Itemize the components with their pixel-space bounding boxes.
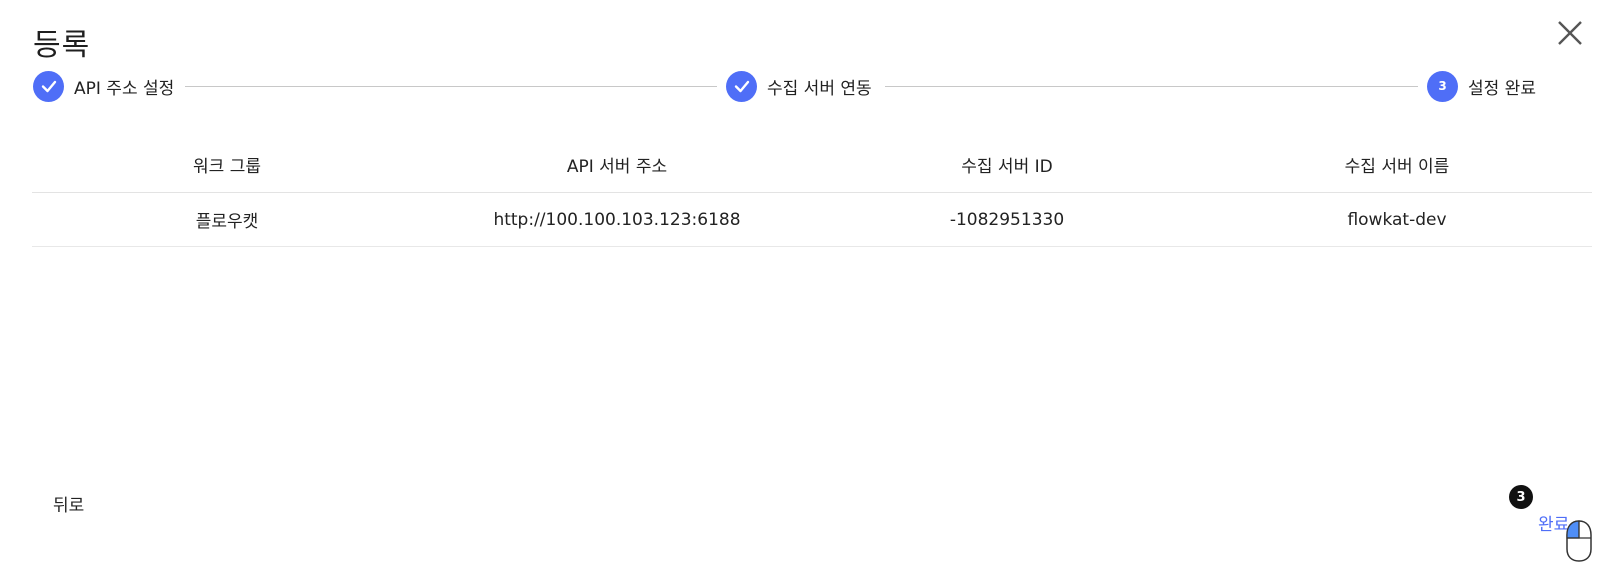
cell-work-group: 플로우캣 xyxy=(195,212,259,232)
column-header-work-group: 워크 그룹 xyxy=(193,157,261,177)
cell-collector-name: flowkat-dev xyxy=(1347,209,1447,230)
step-label: 설정 완료 xyxy=(1468,78,1536,99)
step-api-address: API 주소 설정 xyxy=(33,70,174,102)
step-current-circle: 3 xyxy=(1427,70,1458,102)
step-label: 수집 서버 연동 xyxy=(767,78,872,99)
stepper: API 주소 설정 수집 서버 연동 3 설정 완료 xyxy=(33,70,1593,110)
step-setup-complete: 3 설정 완료 xyxy=(1427,70,1536,102)
close-button[interactable] xyxy=(1555,18,1585,48)
step-connector xyxy=(185,86,717,87)
table-header: 워크 그룹 API 서버 주소 수집 서버 ID 수집 서버 이름 xyxy=(32,137,1592,193)
close-icon xyxy=(1558,21,1582,45)
step-number: 3 xyxy=(1438,79,1447,93)
dialog-title: 등록 xyxy=(33,28,91,63)
step-collector-link: 수집 서버 연동 xyxy=(726,70,872,102)
column-header-collector-id: 수집 서버 ID xyxy=(961,157,1053,177)
check-icon xyxy=(41,80,56,93)
step-done-circle xyxy=(726,70,757,102)
back-button[interactable]: 뒤로 xyxy=(53,491,84,516)
table-row: 플로우캣 http://100.100.103.123:6188 -108295… xyxy=(32,193,1592,247)
column-header-api-address: API 서버 주소 xyxy=(566,157,668,177)
column-header-collector-name: 수집 서버 이름 xyxy=(1344,157,1450,177)
mouse-left-click-icon xyxy=(1566,520,1592,562)
step-label: API 주소 설정 xyxy=(74,78,175,99)
check-icon xyxy=(734,80,749,93)
registration-dialog: 등록 API 주소 설정 수집 서버 연동 3 설정 완료 워크 그룹 API … xyxy=(0,0,1621,566)
cell-api-address: http://100.100.103.123:6188 xyxy=(493,209,741,230)
cell-collector-id: -1082951330 xyxy=(949,209,1065,230)
summary-table: 워크 그룹 API 서버 주소 수집 서버 ID 수집 서버 이름 플로우캣 h… xyxy=(32,137,1592,247)
step-done-circle xyxy=(33,70,64,102)
cursor-step-badge: 3 xyxy=(1509,485,1533,509)
step-connector xyxy=(885,86,1418,87)
